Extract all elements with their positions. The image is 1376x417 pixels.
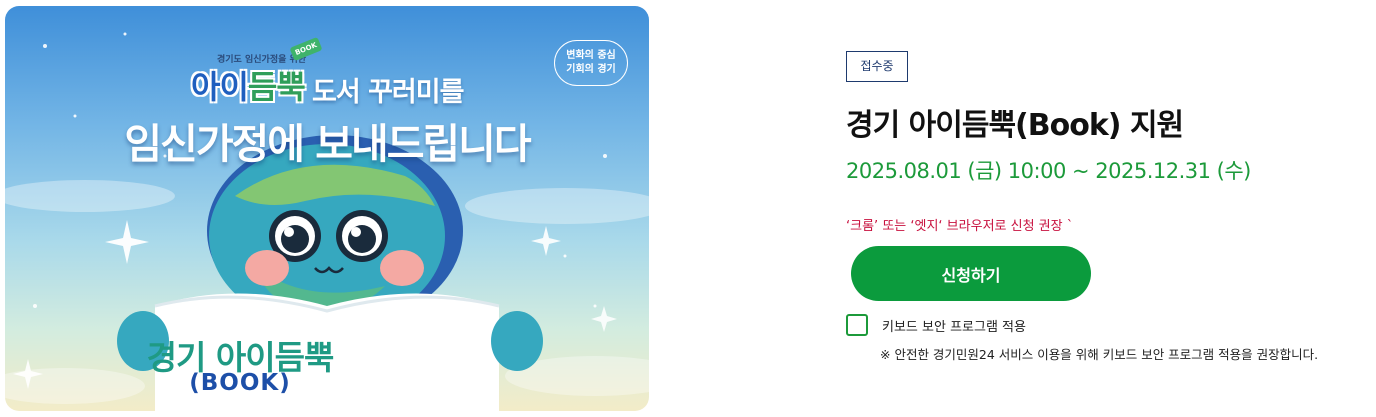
brand-logo: 아이듬뿍 [191,62,306,108]
banner-title-line1: 도서 꾸러미를 [312,77,464,108]
brand-logo-part2: 듬뿍 [247,68,306,106]
slogan-line2: 기회의 경기 [566,64,616,75]
keyboard-security-option[interactable]: 키보드 보안 프로그램 적용 [846,313,1026,337]
gyeonggi-slogan-logo: 변화의 중심 기회의 경기 [554,40,628,86]
apply-button[interactable]: 신청하기 [851,246,1091,301]
brand-logo-part1: 아이 [191,68,249,106]
service-title: 경기 아이듬뿍(Book) 지원 [846,108,1184,143]
promo-banner: 경기도 임신가정을 위한 BOOK 아이듬뿍 도서 꾸러미를 임신가정에 보내드… [5,6,649,411]
keyboard-security-checkbox[interactable] [846,314,868,336]
application-period: 2025.08.01 (금) 10:00 ~ 2025.12.31 (수) [846,159,1251,183]
browser-notice: ‘크롬’ 또는 ‘엣지‘ 브라우저로 신청 권장 ` [846,219,1074,234]
status-badge: 접수중 [846,51,908,82]
banner-title-line2: 임신가정에 보내드립니다 [124,120,531,168]
book-cover-subtitle: (BOOK) [189,370,291,396]
keyboard-security-note: ※ 안전한 경기민원24 서비스 이용을 위해 키보드 보안 프로그램 적용을 … [880,347,1319,362]
slogan-line1: 변화의 중심 [566,50,616,61]
keyboard-security-label: 키보드 보안 프로그램 적용 [882,319,1026,335]
